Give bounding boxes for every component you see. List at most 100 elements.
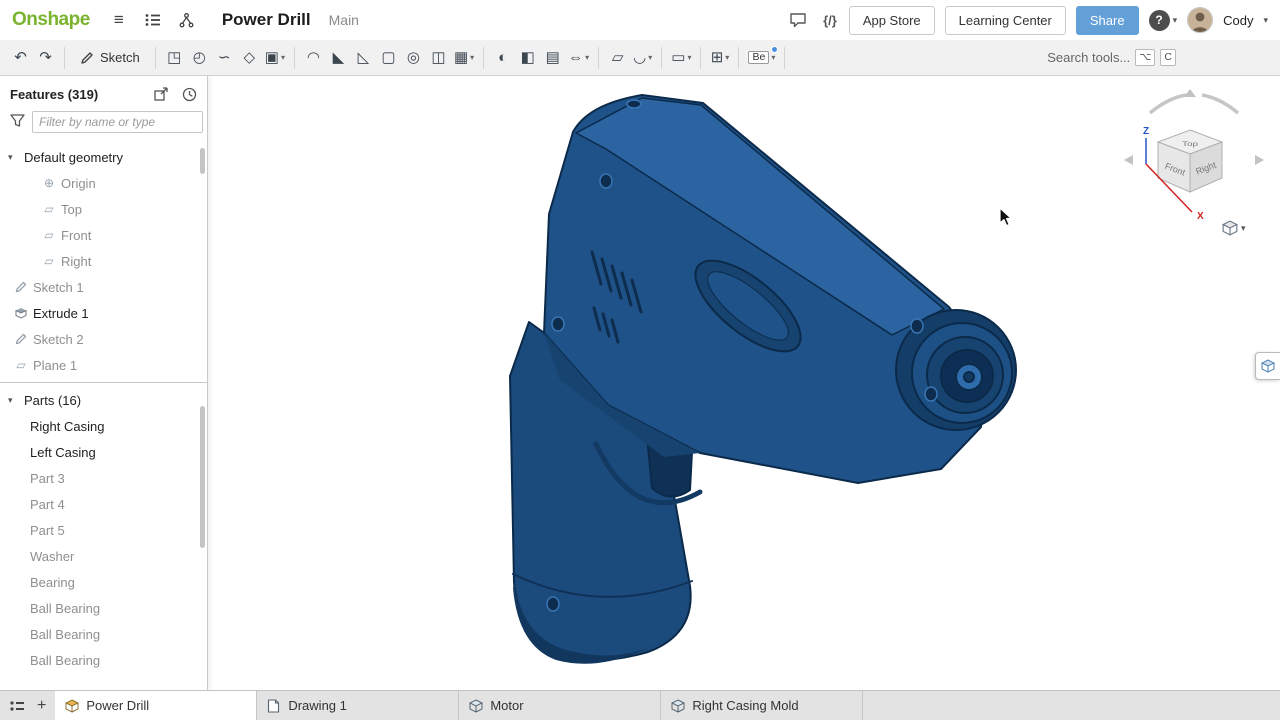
search-tools[interactable]: Search tools... ⌥ C — [1047, 49, 1176, 66]
sweep-icon: ∽ — [218, 50, 231, 65]
dropdown-caret-icon[interactable]: ▾ — [771, 54, 775, 62]
features-scrollbar[interactable] — [200, 148, 205, 174]
feature-row[interactable]: ▱Right — [0, 248, 207, 274]
part-row[interactable]: Ball Bearing — [0, 621, 207, 647]
part-studio-icon — [469, 699, 483, 713]
sheet-metal-icon: ⊞ — [711, 50, 724, 65]
surface-button[interactable]: ▱ — [605, 45, 630, 71]
transform-button[interactable]: ⇔▾ — [565, 45, 592, 71]
sketch-icon — [12, 281, 30, 293]
undo-button[interactable]: ↶ — [8, 45, 33, 71]
main-menu-icon[interactable]: ≡ — [106, 7, 132, 33]
workspace-name[interactable]: Main — [329, 12, 359, 28]
featurescript-code-icon[interactable]: {/} — [821, 7, 839, 33]
feature-row[interactable]: ▱Front — [0, 222, 207, 248]
part-row[interactable]: Part 4 — [0, 491, 207, 517]
tab-drawing-1[interactable]: Drawing 1 — [257, 691, 459, 720]
shell-button[interactable]: ▢ — [376, 45, 401, 71]
rollback-history-icon[interactable] — [179, 85, 199, 103]
chevron-down-icon[interactable]: ▾ — [8, 152, 24, 163]
dropdown-caret-icon[interactable]: ▾ — [648, 54, 652, 62]
sweep-button[interactable]: ∽ — [212, 45, 237, 71]
boolean-button[interactable]: ◐ — [490, 45, 515, 71]
versions-icon[interactable] — [174, 7, 200, 33]
feature-row[interactable]: ▱Top — [0, 196, 207, 222]
feature-row[interactable]: Extrude 1 — [0, 300, 207, 326]
add-tab-button[interactable]: + — [37, 697, 46, 715]
help-icon[interactable]: ? — [1149, 10, 1170, 31]
plane-icon: ▱ — [12, 358, 30, 372]
dropdown-caret-icon[interactable]: ▾ — [687, 54, 691, 62]
dropdown-caret-icon[interactable]: ▾ — [470, 54, 474, 62]
featurescript-be-button[interactable]: Be▾ — [745, 45, 778, 71]
parts-flyout-toggle[interactable] — [1255, 352, 1280, 380]
extrude-button[interactable]: ◳ — [162, 45, 187, 71]
linear-pattern-button[interactable]: ▦▾ — [451, 45, 477, 71]
chamfer-button[interactable]: ◣ — [326, 45, 351, 71]
part-row[interactable]: Part 5 — [0, 517, 207, 543]
chevron-down-icon[interactable]: ▾ — [8, 395, 24, 406]
feature-row[interactable]: ▱Plane 1 — [0, 352, 207, 378]
feature-row[interactable]: Sketch 2 — [0, 326, 207, 352]
parts-scrollbar[interactable] — [200, 406, 205, 548]
move-face-button[interactable]: ▤ — [540, 45, 565, 71]
loft-button[interactable]: ◇ — [237, 45, 262, 71]
sketch-button[interactable]: Sketch — [71, 45, 149, 71]
onshape-logo[interactable]: Onshape — [12, 9, 90, 31]
tab-motor[interactable]: Motor — [459, 691, 661, 720]
view-options-button[interactable]: ▾ — [1222, 220, 1246, 236]
mirror-button[interactable]: ◫ — [426, 45, 451, 71]
sheet-metal-button[interactable]: ⊞▾ — [707, 45, 732, 71]
tab-right-casing-mold[interactable]: Right Casing Mold — [661, 691, 863, 720]
tab-power-drill[interactable]: Power Drill — [55, 691, 257, 720]
dropdown-caret-icon[interactable]: ▾ — [585, 54, 589, 62]
draft-button[interactable]: ◺ — [351, 45, 376, 71]
create-folder-icon[interactable] — [151, 85, 171, 103]
learning-center-button[interactable]: Learning Center — [945, 6, 1066, 35]
tab-tools: + — [0, 691, 55, 720]
view-cube[interactable]: Top Front Right Z X — [1118, 86, 1270, 238]
part-row[interactable]: Left Casing — [0, 439, 207, 465]
feature-filter-input[interactable] — [32, 111, 203, 133]
dropdown-caret-icon[interactable]: ▾ — [281, 54, 285, 62]
tab-manager-icon[interactable] — [9, 699, 25, 713]
user-avatar[interactable] — [1187, 7, 1213, 33]
document-title: Power Drill — [222, 10, 311, 30]
thicken-button[interactable]: ▣▾ — [262, 45, 288, 71]
parts-header: Parts (16) — [24, 393, 81, 408]
share-button[interactable]: Share — [1076, 6, 1139, 35]
revolve-button[interactable]: ◴ — [187, 45, 212, 71]
user-name[interactable]: Cody — [1223, 13, 1253, 28]
filter-funnel-icon[interactable] — [10, 114, 25, 130]
feature-row[interactable]: Sketch 1 — [0, 274, 207, 300]
dropdown-caret-icon[interactable]: ▾ — [725, 54, 729, 62]
graphics-area[interactable]: Features (319) ▾Default geometry⊕Origin▱… — [0, 76, 1280, 690]
feature-label: Sketch 1 — [33, 280, 84, 295]
feature-row[interactable]: ⊕Origin — [0, 170, 207, 196]
feature-list: ▾Default geometry⊕Origin▱Top▱Front▱Right… — [0, 139, 207, 690]
part-row[interactable]: Ball Bearing — [0, 647, 207, 673]
hole-button[interactable]: ◎ — [401, 45, 426, 71]
surface-icon: ▱ — [612, 50, 624, 65]
list-icon — [145, 13, 161, 27]
part-row[interactable]: Washer — [0, 543, 207, 569]
document-panel-icon[interactable] — [140, 7, 166, 33]
fillet-button[interactable]: ◠ — [301, 45, 326, 71]
part-row[interactable]: Part 3 — [0, 465, 207, 491]
part-row[interactable]: Right Casing — [0, 413, 207, 439]
curve-button[interactable]: ◡▾ — [630, 45, 655, 71]
plane-button[interactable]: ▭▾ — [668, 45, 694, 71]
viewcube-top-label[interactable]: Top — [1182, 140, 1199, 147]
part-row[interactable]: Ball Bearing — [0, 595, 207, 621]
split-button[interactable]: ◧ — [515, 45, 540, 71]
comments-icon[interactable] — [785, 7, 811, 33]
app-store-button[interactable]: App Store — [849, 6, 935, 35]
tab-label: Power Drill — [86, 698, 149, 713]
feature-group-row[interactable]: ▾Default geometry — [0, 144, 207, 170]
part-row[interactable]: Bearing — [0, 569, 207, 595]
help-menu[interactable]: ? ▾ — [1149, 10, 1178, 31]
extrude-icon: ◳ — [167, 50, 181, 65]
redo-button[interactable]: ↷ — [33, 45, 58, 71]
user-menu-caret-icon[interactable]: ▾ — [1263, 16, 1268, 25]
parts-group-row[interactable]: ▾ Parts (16) — [0, 387, 207, 413]
